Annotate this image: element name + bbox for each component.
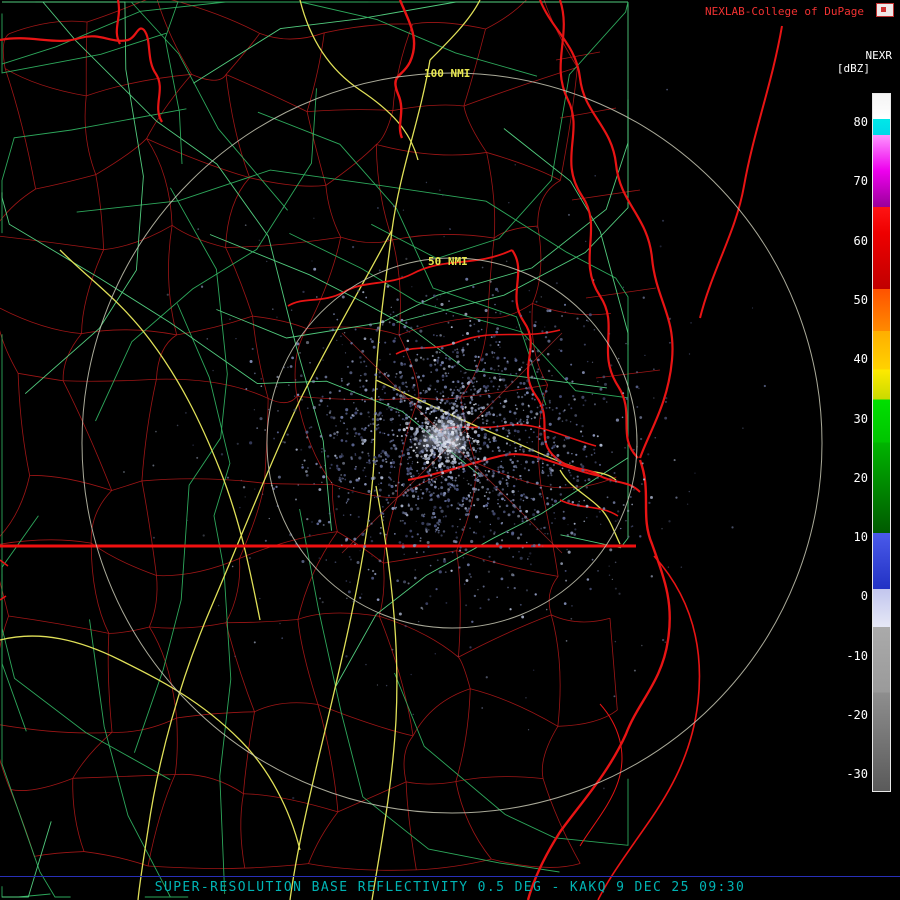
colorbar-tick: 20 (853, 470, 868, 485)
reflectivity-echoes-layer (123, 88, 766, 800)
colorbar-tick: 50 (853, 292, 868, 307)
colorbar-tick: 80 (853, 115, 868, 129)
radar-map-svg (0, 0, 823, 900)
colorbar-tick: 70 (853, 174, 868, 189)
reflectivity-colorbar (872, 93, 891, 792)
colorbar-tick: -10 (846, 648, 868, 663)
highways-layer (0, 0, 621, 900)
state-coast-borders-layer (0, 0, 783, 900)
colorbar-unit-label: [dBZ] (836, 62, 870, 75)
cod-logo-icon (876, 3, 894, 17)
colorbar-tick: 0 (860, 589, 868, 604)
colorbar-title: NEXR (865, 49, 893, 62)
secondary-roads-layer (1, 1, 629, 898)
range-ring-label-100nmi: 100 NMI (424, 67, 471, 80)
radar-viewer-screen: 100 NMI 50 NMI NEXLAB-College of DuPage … (0, 0, 900, 900)
footer-divider-line (0, 876, 900, 877)
attribution-text: NEXLAB-College of DuPage (705, 5, 864, 18)
colorbar-tick: 40 (853, 352, 868, 367)
range-ring-label-50nmi: 50 NMI (428, 255, 468, 268)
colorbar-tick: 10 (853, 530, 868, 545)
colorbar-tick: -30 (846, 767, 868, 782)
colorbar-tick: 60 (853, 233, 868, 248)
product-title: SUPER-RESOLUTION BASE REFLECTIVITY 0.5 D… (154, 880, 746, 895)
colorbar-tick: -20 (846, 708, 868, 722)
colorbar-tick: 30 (853, 411, 868, 426)
